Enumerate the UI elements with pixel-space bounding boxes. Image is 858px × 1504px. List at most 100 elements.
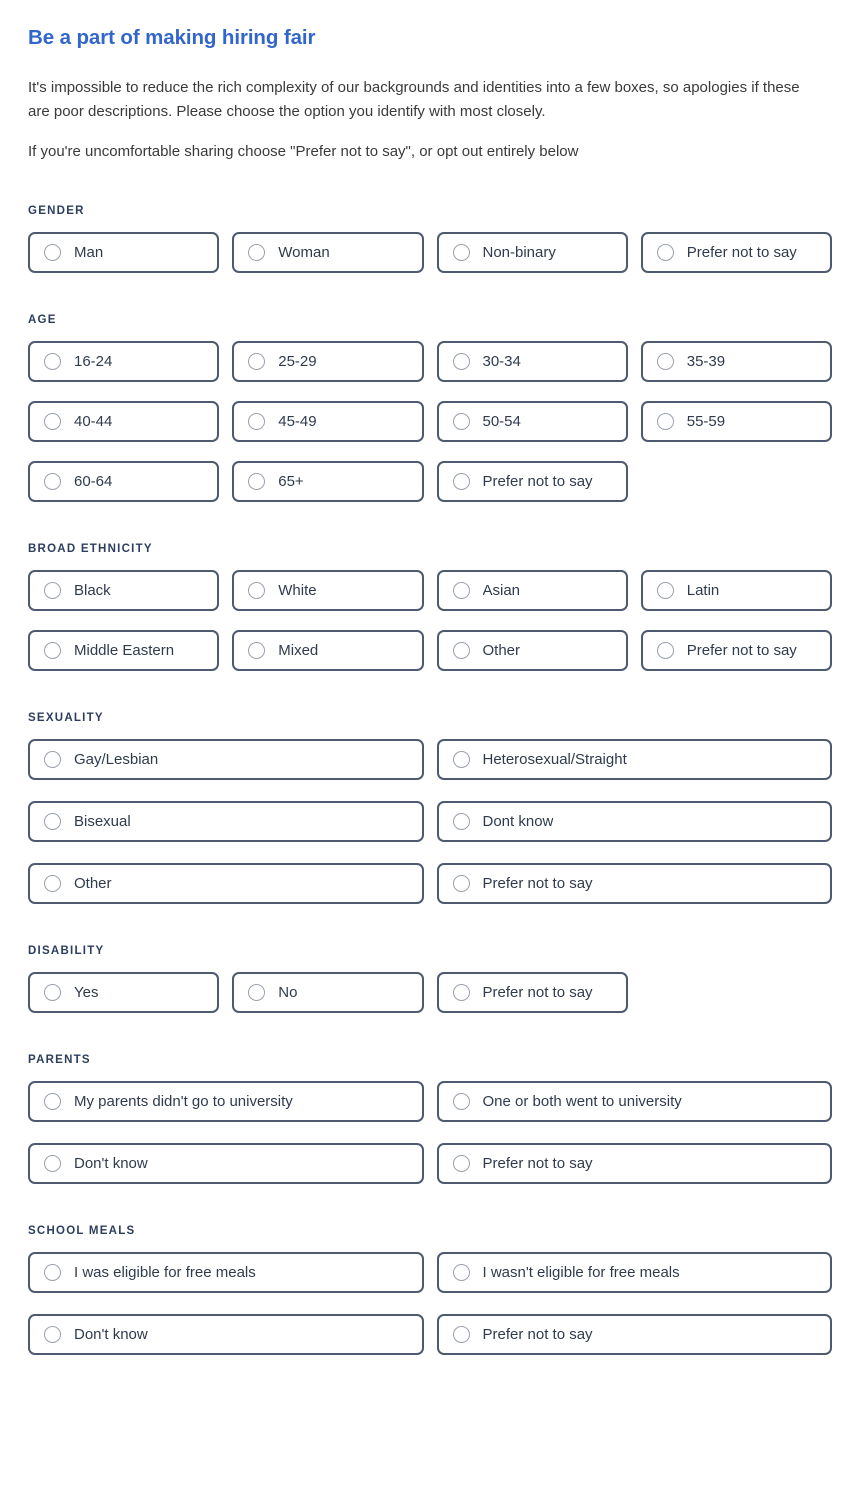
diversity-form-page: Be a part of making hiring fair It's imp…: [0, 0, 858, 1369]
radio-icon[interactable]: [44, 875, 61, 892]
option-label: 16-24: [74, 353, 113, 370]
radio-icon[interactable]: [44, 1326, 61, 1343]
radio-icon[interactable]: [248, 473, 266, 490]
option-label: Don't know: [74, 1155, 148, 1172]
option-label: Woman: [278, 244, 330, 261]
option-label: Dont know: [482, 813, 554, 830]
option-label: 40-44: [74, 413, 113, 430]
option-label: Bisexual: [74, 813, 131, 830]
radio-icon[interactable]: [452, 642, 470, 659]
option-disability-2[interactable]: Prefer not to say: [436, 972, 628, 1013]
option-broad-ethnicity-1[interactable]: White: [232, 570, 424, 611]
radio-icon[interactable]: [44, 582, 61, 599]
option-age-9[interactable]: 65+: [232, 461, 424, 502]
radio-icon[interactable]: [44, 413, 61, 430]
radio-icon[interactable]: [44, 1155, 61, 1172]
radio-icon[interactable]: [452, 473, 470, 490]
radio-icon[interactable]: [452, 1093, 470, 1110]
option-label: 50-54: [482, 413, 521, 430]
radio-icon[interactable]: [452, 813, 470, 830]
option-sexuality-4[interactable]: Other: [28, 863, 424, 904]
radio-icon[interactable]: [44, 813, 61, 830]
option-age-10[interactable]: Prefer not to say: [436, 461, 628, 502]
option-disability-0[interactable]: Yes: [28, 972, 220, 1013]
option-age-0[interactable]: 16-24: [28, 341, 220, 382]
radio-icon[interactable]: [44, 1093, 61, 1110]
section-gender: GENDER Man Woman Non-binary Prefer not to sa…: [28, 164, 832, 273]
radio-icon[interactable]: [44, 473, 61, 490]
option-label: 25-29: [278, 353, 317, 370]
radio-icon[interactable]: [44, 244, 61, 261]
option-age-3[interactable]: 35-39: [640, 341, 832, 382]
option-broad-ethnicity-3[interactable]: Latin: [640, 570, 832, 611]
option-age-4[interactable]: 40-44: [28, 401, 220, 442]
option-sexuality-3[interactable]: Dont know: [436, 801, 832, 842]
radio-icon[interactable]: [248, 413, 266, 430]
option-school-meals-2[interactable]: Don't know: [28, 1314, 424, 1355]
option-broad-ethnicity-6[interactable]: Other: [436, 630, 628, 671]
radio-icon[interactable]: [452, 353, 470, 370]
radio-icon[interactable]: [44, 353, 61, 370]
option-label: Prefer not to say: [482, 875, 593, 892]
radio-icon[interactable]: [452, 1326, 470, 1343]
radio-icon[interactable]: [452, 1264, 470, 1281]
option-sexuality-0[interactable]: Gay/Lesbian: [28, 739, 424, 780]
radio-icon[interactable]: [44, 984, 61, 1001]
option-school-meals-0[interactable]: I was eligible for free meals: [28, 1252, 424, 1293]
radio-icon[interactable]: [44, 642, 61, 659]
option-gender-0[interactable]: Man: [28, 232, 220, 273]
radio-icon[interactable]: [452, 984, 470, 1001]
option-gender-3[interactable]: Prefer not to say: [640, 232, 832, 273]
option-label: Middle Eastern: [74, 642, 175, 659]
option-grid-school-meals: I was eligible for free meals I wasn't el…: [28, 1252, 832, 1355]
radio-icon[interactable]: [44, 751, 61, 768]
option-school-meals-3[interactable]: Prefer not to say: [436, 1314, 832, 1355]
radio-icon[interactable]: [656, 642, 674, 659]
radio-icon[interactable]: [452, 875, 470, 892]
option-broad-ethnicity-0[interactable]: Black: [28, 570, 220, 611]
option-broad-ethnicity-5[interactable]: Mixed: [232, 630, 424, 671]
radio-icon[interactable]: [452, 582, 470, 599]
option-label: No: [278, 984, 298, 1001]
radio-icon[interactable]: [452, 244, 470, 261]
option-age-6[interactable]: 50-54: [436, 401, 628, 442]
option-parents-0[interactable]: My parents didn't go to university: [28, 1081, 424, 1122]
radio-icon[interactable]: [248, 984, 266, 1001]
option-broad-ethnicity-7[interactable]: Prefer not to say: [640, 630, 832, 671]
option-sexuality-5[interactable]: Prefer not to say: [436, 863, 832, 904]
option-label: 60-64: [74, 473, 113, 490]
option-school-meals-1[interactable]: I wasn't eligible for free meals: [436, 1252, 832, 1293]
radio-icon[interactable]: [248, 353, 266, 370]
radio-icon[interactable]: [452, 413, 470, 430]
option-age-1[interactable]: 25-29: [232, 341, 424, 382]
radio-icon[interactable]: [44, 1264, 61, 1281]
option-label: 35-39: [686, 353, 726, 370]
option-label: 65+: [278, 473, 304, 490]
option-sexuality-1[interactable]: Heterosexual/Straight: [436, 739, 832, 780]
option-sexuality-2[interactable]: Bisexual: [28, 801, 424, 842]
option-broad-ethnicity-4[interactable]: Middle Eastern: [28, 630, 220, 671]
option-age-5[interactable]: 45-49: [232, 401, 424, 442]
option-broad-ethnicity-2[interactable]: Asian: [436, 570, 628, 611]
option-parents-2[interactable]: Don't know: [28, 1143, 424, 1184]
option-label: White: [278, 582, 317, 599]
option-disability-1[interactable]: No: [232, 972, 424, 1013]
option-gender-2[interactable]: Non-binary: [436, 232, 628, 273]
radio-icon[interactable]: [248, 244, 266, 261]
option-age-8[interactable]: 60-64: [28, 461, 220, 502]
radio-icon[interactable]: [656, 244, 674, 261]
radio-icon[interactable]: [248, 582, 266, 599]
radio-icon[interactable]: [656, 582, 674, 599]
radio-icon[interactable]: [452, 751, 470, 768]
option-label: My parents didn't go to university: [74, 1093, 293, 1110]
option-parents-1[interactable]: One or both went to university: [436, 1081, 832, 1122]
radio-icon[interactable]: [248, 642, 266, 659]
option-parents-3[interactable]: Prefer not to say: [436, 1143, 832, 1184]
radio-icon[interactable]: [656, 413, 674, 430]
option-label: Latin: [686, 582, 720, 599]
radio-icon[interactable]: [452, 1155, 470, 1172]
option-age-7[interactable]: 55-59: [640, 401, 832, 442]
option-gender-1[interactable]: Woman: [232, 232, 424, 273]
option-age-2[interactable]: 30-34: [436, 341, 628, 382]
radio-icon[interactable]: [656, 353, 674, 370]
